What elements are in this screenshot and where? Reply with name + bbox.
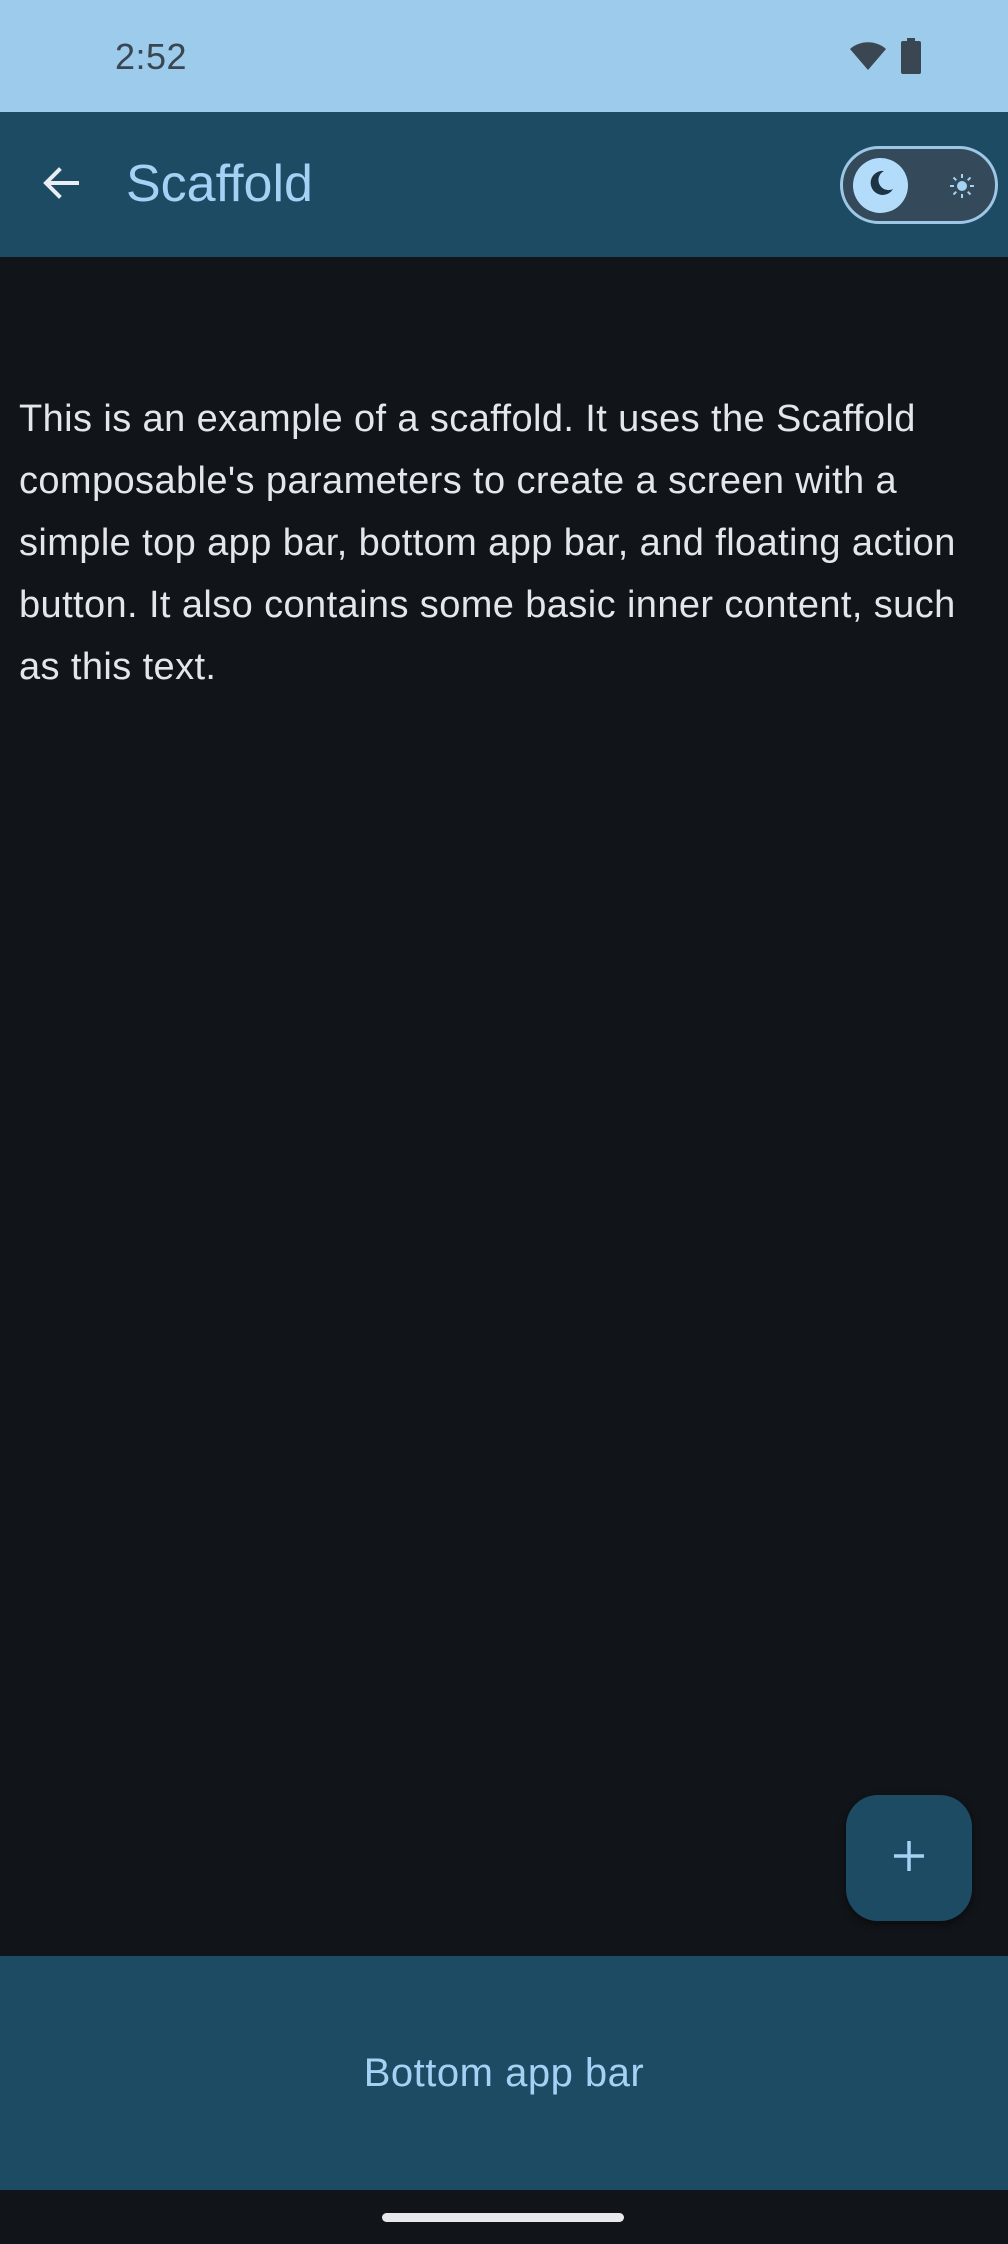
add-fab-button[interactable] bbox=[846, 1795, 972, 1921]
battery-icon bbox=[900, 38, 922, 79]
status-bar: 2:52 bbox=[0, 0, 1008, 112]
status-time: 2:52 bbox=[115, 36, 188, 77]
plus-icon bbox=[891, 1838, 927, 1879]
top-app-bar: Scaffold bbox=[0, 112, 1008, 257]
wifi-icon bbox=[848, 40, 888, 77]
bottom-app-bar: Bottom app bar bbox=[0, 1956, 1008, 2190]
status-icons bbox=[848, 38, 922, 79]
content-text: This is an example of a scaffold. It use… bbox=[19, 398, 956, 688]
screen: 2:52 Scaffold This is an example of a sc… bbox=[0, 0, 1008, 2244]
page-title: Scaffold bbox=[126, 155, 313, 213]
toggle-thumb bbox=[853, 158, 908, 213]
bottom-app-bar-label: Bottom app bar bbox=[363, 2050, 645, 2095]
home-indicator[interactable] bbox=[382, 2213, 624, 2222]
back-button[interactable] bbox=[28, 152, 94, 218]
arrow-left-icon bbox=[41, 163, 81, 208]
theme-toggle[interactable] bbox=[840, 146, 998, 224]
sun-icon bbox=[949, 173, 975, 199]
moon-icon bbox=[867, 169, 895, 202]
